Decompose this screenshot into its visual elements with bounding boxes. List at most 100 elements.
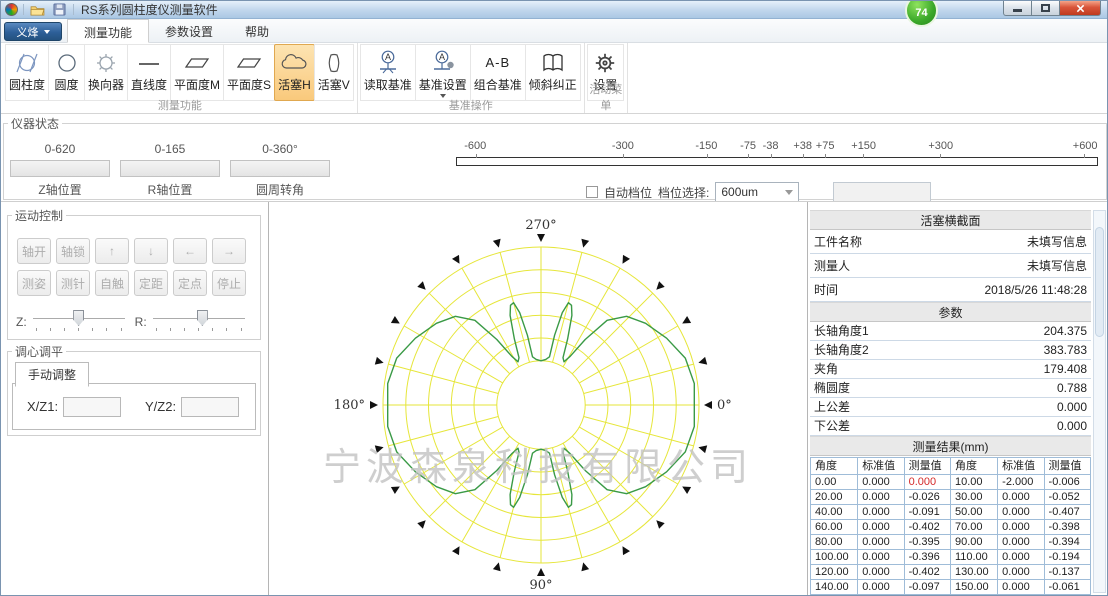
- ruler-tick-mark: [863, 154, 864, 158]
- report-row: 长轴角度1204.375: [810, 322, 1091, 341]
- roundness-label: 圆度: [55, 78, 79, 92]
- report-row-value: 0.788: [1057, 379, 1087, 398]
- ruler-tick-label: -600: [464, 140, 486, 152]
- gear-select[interactable]: 600um: [715, 182, 799, 202]
- measure-pose-button[interactable]: 测姿: [17, 270, 51, 296]
- axis-open-button[interactable]: 轴开: [17, 238, 51, 264]
- minimize-button[interactable]: [1003, 1, 1032, 16]
- polar-chart: 270°90°180°0°: [269, 202, 807, 595]
- ruler-tick-mark: [825, 154, 826, 158]
- x-z1-input[interactable]: [63, 397, 121, 417]
- divider: [23, 4, 24, 15]
- read-datum-button[interactable]: A读取基准: [360, 44, 416, 101]
- table-cell: 150.00: [950, 580, 997, 595]
- combined-datum-button[interactable]: A-B组合基准: [470, 44, 526, 101]
- app-menu-label: 义烽: [17, 24, 39, 40]
- piston-v-icon: [322, 47, 346, 78]
- z-axis-slider[interactable]: [33, 308, 125, 336]
- fixed-point-button[interactable]: 定点: [173, 270, 207, 296]
- svg-text:0°: 0°: [717, 398, 732, 413]
- straightness-button[interactable]: 直线度: [127, 44, 171, 101]
- results-panel: 活塞横截面工件名称未填写信息测量人未填写信息时间2018/5/26 11:48:…: [807, 202, 1107, 595]
- table-cell: -0.402: [904, 520, 950, 535]
- stop-button[interactable]: 停止: [212, 270, 246, 296]
- table-cell: 70.00: [950, 520, 997, 535]
- z-axis-position-bar: [10, 160, 110, 177]
- ruler-tick-mark: [707, 154, 708, 158]
- r-axis-slider[interactable]: [153, 308, 245, 336]
- tab-manual-adjust[interactable]: 手动调整: [15, 362, 89, 387]
- cylindricity-button[interactable]: 圆柱度: [5, 44, 49, 101]
- app-logo-icon[interactable]: [5, 3, 18, 16]
- gear-readout-field: [833, 182, 931, 202]
- slider-thumb[interactable]: [197, 310, 208, 326]
- open-file-icon[interactable]: [29, 2, 46, 17]
- tilt-correction-icon: [540, 47, 566, 78]
- maximize-button[interactable]: [1031, 1, 1060, 16]
- report-row-label: 下公差: [814, 417, 850, 436]
- tilt-correction-button[interactable]: 倾斜纠正: [525, 44, 581, 101]
- y-z2-input[interactable]: [181, 397, 239, 417]
- table-cell: 0.000: [998, 580, 1044, 595]
- piston-h-button[interactable]: 活塞H: [274, 44, 315, 101]
- x-z1-label: X/Z1:: [27, 399, 58, 414]
- table-cell: 0.000: [998, 505, 1044, 520]
- rotation-angle-range: 0-360°: [230, 142, 330, 158]
- close-button[interactable]: [1059, 1, 1101, 16]
- commutator-button[interactable]: 换向器: [84, 44, 128, 101]
- report-row-value: 204.375: [1044, 322, 1087, 341]
- move-down-button[interactable]: ↓: [134, 238, 168, 264]
- table-cell: 0.00: [811, 475, 858, 490]
- auto-gear-label: 自动档位: [604, 184, 652, 201]
- table-row: 120.000.000-0.402130.000.000-0.137: [811, 565, 1091, 580]
- auto-touch-button[interactable]: 自触: [95, 270, 129, 296]
- main-area: 运动控制 轴开轴锁↑↓←→ 测姿测针自触定距定点停止 Z: R:: [1, 201, 1107, 595]
- slider-ticks: [36, 328, 122, 331]
- performance-badge-value: 74: [915, 7, 927, 19]
- axis-lock-button[interactable]: 轴锁: [56, 238, 90, 264]
- ribbon-toolbar: 圆柱度圆度换向器直线度平面度M平面度S活塞H活塞V测量功能A读取基准A基准设置A…: [1, 43, 1107, 114]
- table-cell: 0.000: [858, 535, 904, 550]
- piston-v-button[interactable]: 活塞V: [314, 44, 354, 101]
- tab-help[interactable]: 帮助: [229, 19, 285, 43]
- results-column-header: 测量值: [904, 458, 950, 475]
- motion-buttons-row-1: 轴开轴锁↑↓←→: [17, 238, 246, 264]
- table-cell: -0.407: [1044, 505, 1090, 520]
- ruler-tick-mark: [940, 154, 941, 158]
- combined-datum-icon: A-B: [485, 47, 510, 78]
- report-row-label: 夹角: [814, 360, 838, 379]
- report-row-value: 383.783: [1044, 341, 1087, 360]
- flatness-icon: [184, 47, 210, 78]
- fixed-distance-button[interactable]: 定距: [134, 270, 168, 296]
- slider-ticks: [156, 328, 242, 331]
- report-row-label: 上公差: [814, 398, 850, 417]
- flatness-m-button[interactable]: 平面度M: [170, 44, 224, 101]
- flatness-s-button[interactable]: 平面度S: [223, 44, 275, 101]
- app-menu-button[interactable]: 义烽: [4, 22, 62, 41]
- move-up-button[interactable]: ↑: [95, 238, 129, 264]
- table-cell: -0.398: [1044, 520, 1090, 535]
- datum-settings-button[interactable]: A基准设置: [415, 44, 471, 101]
- probe-button[interactable]: 测针: [56, 270, 90, 296]
- roundness-button[interactable]: 圆度: [48, 44, 85, 101]
- tab-parameter-settings[interactable]: 参数设置: [149, 19, 229, 43]
- range-ruler-bar: [456, 157, 1098, 166]
- read-datum-label: 读取基准: [364, 78, 412, 92]
- move-left-button[interactable]: ←: [173, 238, 207, 264]
- results-title: 测量结果(mm): [810, 436, 1091, 456]
- datum-settings-label: 基准设置: [419, 78, 467, 92]
- tab-measure-functions[interactable]: 测量功能: [67, 19, 149, 43]
- slider-thumb[interactable]: [73, 310, 84, 326]
- table-cell: 0.000: [998, 490, 1044, 505]
- report-row: 测量人未填写信息: [810, 254, 1091, 278]
- scrollbar-thumb[interactable]: [1095, 227, 1104, 337]
- table-cell: -0.091: [904, 505, 950, 520]
- table-cell: -0.052: [1044, 490, 1090, 505]
- table-row: 140.000.000-0.097150.000.000-0.061: [811, 580, 1091, 595]
- minimize-icon: [1013, 9, 1022, 12]
- save-icon[interactable]: [51, 2, 68, 17]
- auto-gear-checkbox[interactable]: [586, 186, 598, 198]
- titlebar: RS系列圆柱度仪测量软件: [1, 1, 1107, 19]
- move-right-button[interactable]: →: [212, 238, 246, 264]
- vertical-scrollbar[interactable]: [1093, 210, 1106, 593]
